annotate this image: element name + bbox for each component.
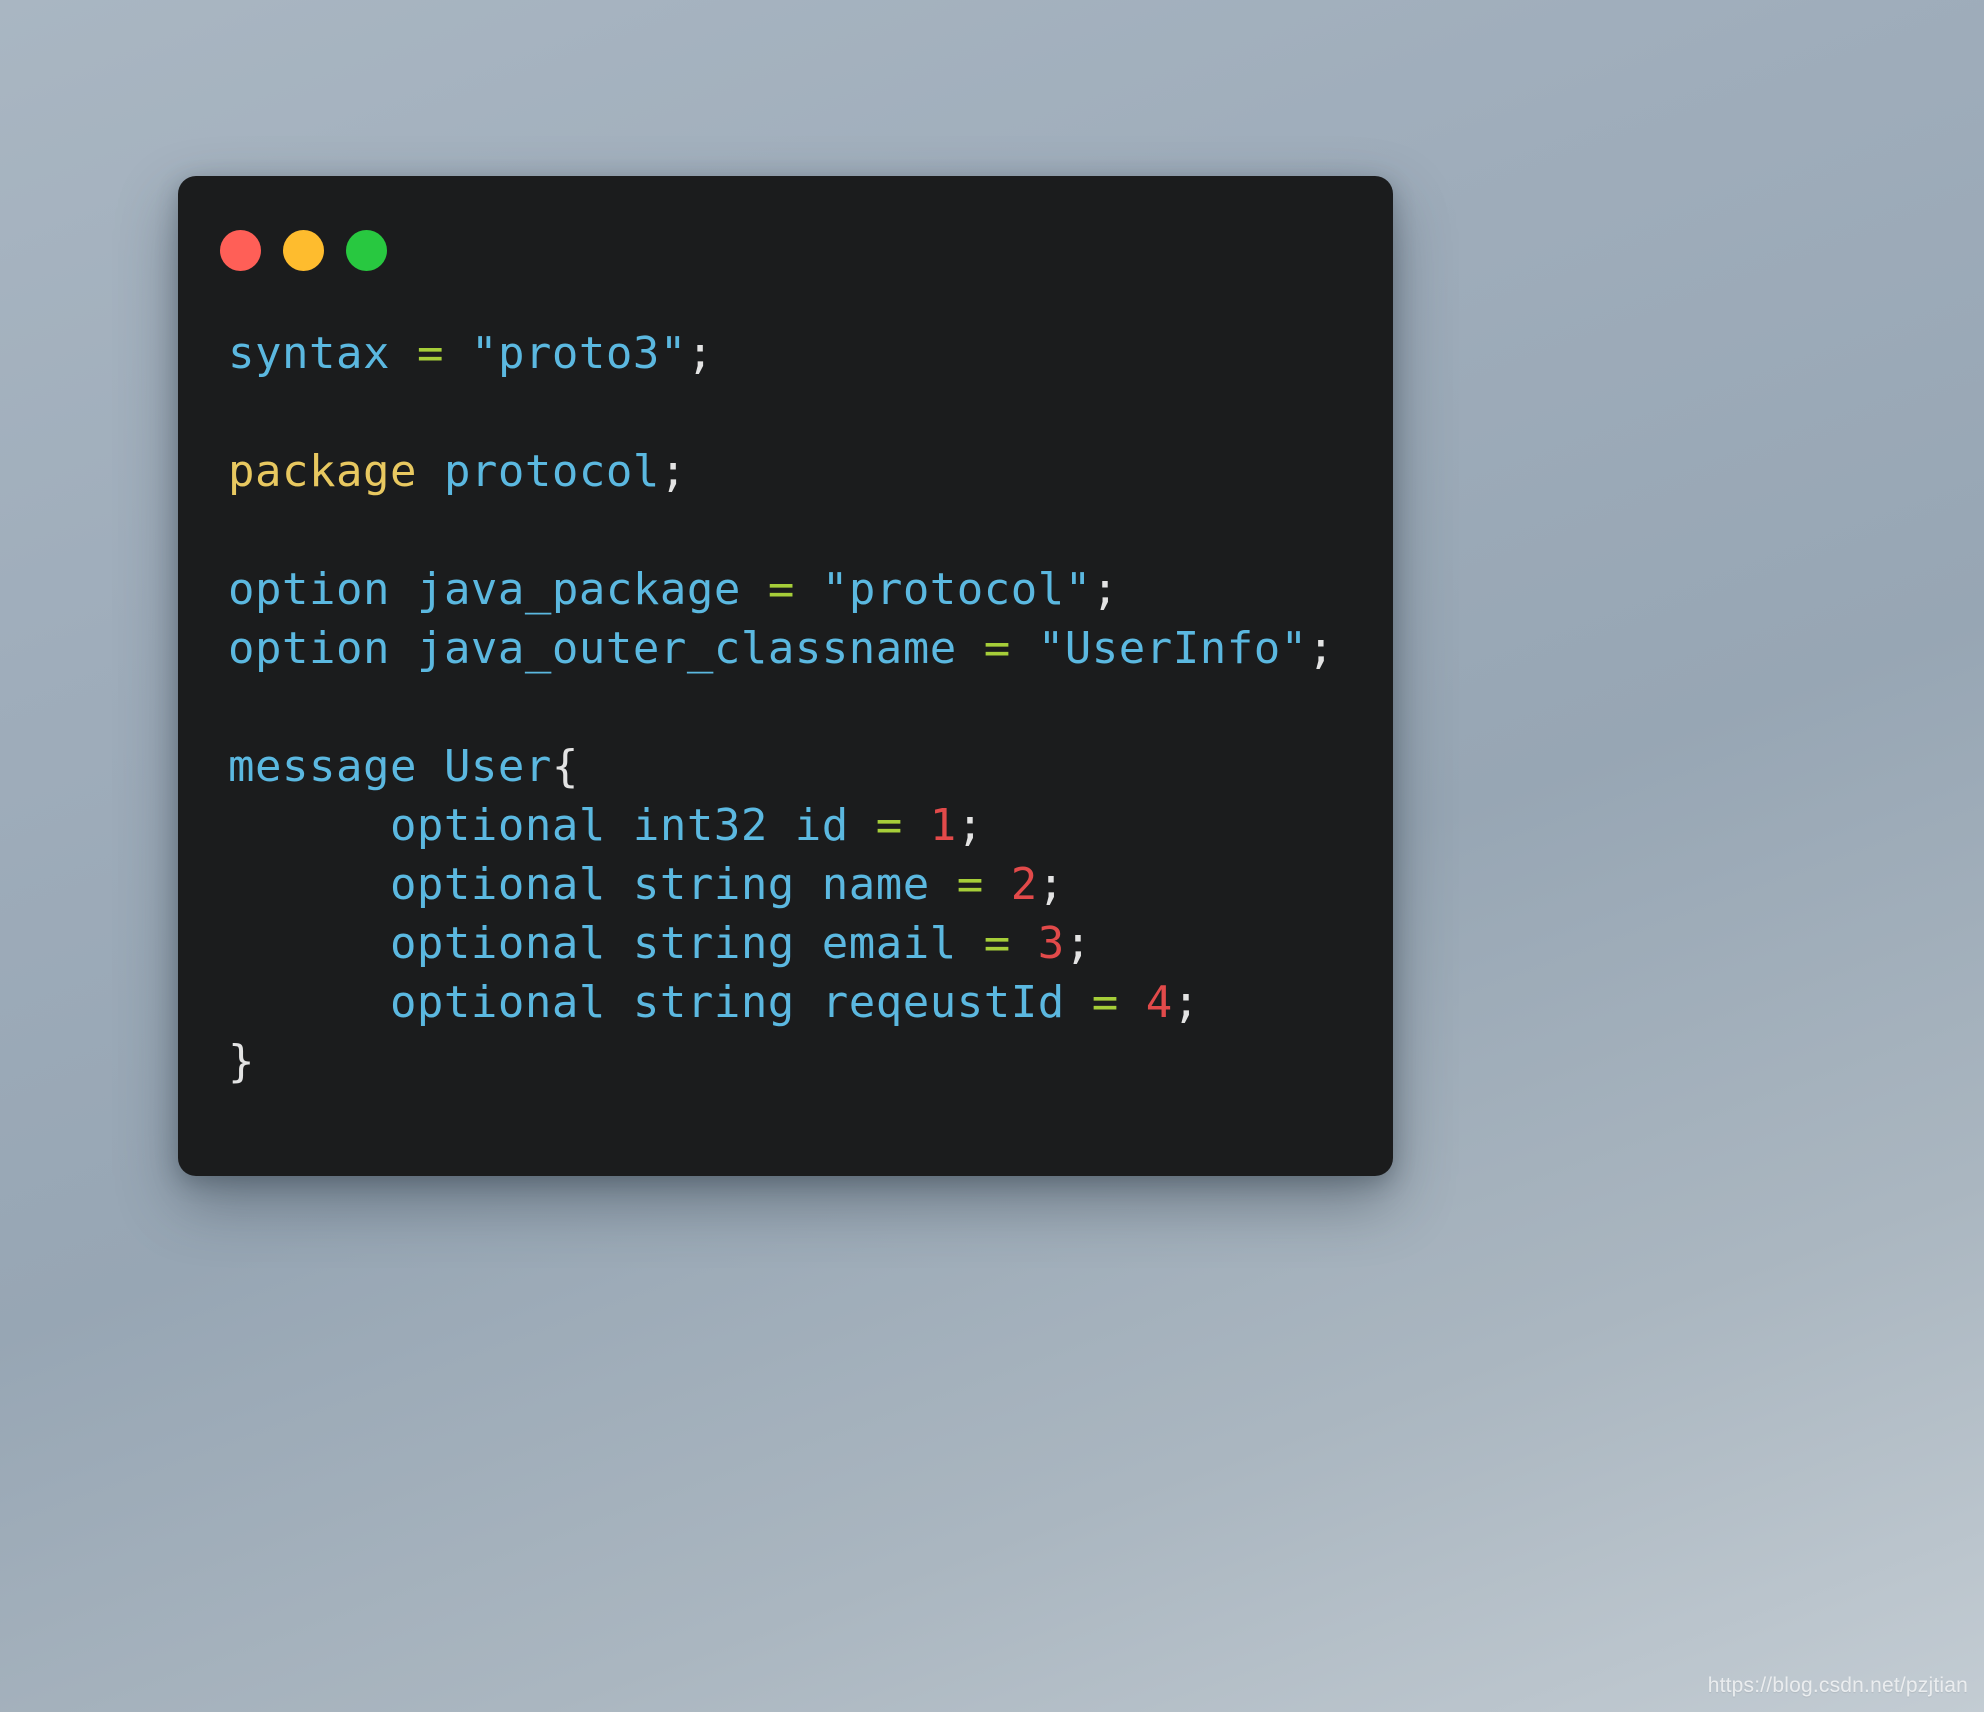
code-block: syntax = "proto3"; package protocol; opt… [178, 324, 1393, 1091]
code-token: ; [1037, 859, 1065, 910]
code-line: optional string name = 2; [228, 855, 1393, 914]
code-line: optional int32 id = 1; [228, 796, 1393, 855]
code-token: java_outer_classname [416, 623, 957, 674]
code-line: syntax = "proto3"; [228, 324, 1393, 383]
code-token: = [1091, 977, 1119, 1028]
code-token: "UserInfo" [1037, 623, 1308, 674]
code-token: 1 [929, 800, 957, 851]
close-button-icon[interactable] [220, 229, 261, 271]
code-token: ; [1064, 918, 1092, 969]
window-titlebar [220, 228, 387, 272]
code-token: "protocol" [821, 564, 1092, 615]
code-token: ; [686, 328, 714, 379]
code-token: User [443, 741, 552, 792]
code-token: = [416, 328, 444, 379]
code-line: option java_outer_classname = "UserInfo"… [228, 619, 1393, 678]
code-token: ; [659, 446, 687, 497]
code-line: message User{ [228, 737, 1393, 796]
code-line: package protocol; [228, 442, 1393, 501]
code-token: = [767, 564, 795, 615]
minimize-button-icon[interactable] [283, 229, 324, 271]
screenshot-stage: syntax = "proto3"; package protocol; opt… [0, 0, 1984, 1712]
code-line: optional string email = 3; [228, 914, 1393, 973]
code-line: } [228, 1032, 1393, 1091]
code-token: syntax [228, 328, 390, 379]
code-token: optional string reqeustId [228, 977, 1092, 1028]
code-token: ; [956, 800, 984, 851]
code-token: package [228, 446, 417, 497]
code-token: optional int32 id [228, 800, 876, 851]
code-token: 4 [1145, 977, 1173, 1028]
code-token: = [983, 918, 1011, 969]
code-snippet-window: syntax = "proto3"; package protocol; opt… [178, 176, 1393, 1176]
code-token: = [983, 623, 1011, 674]
code-line: optional string reqeustId = 4; [228, 973, 1393, 1032]
code-line: option java_package = "protocol"; [228, 560, 1393, 619]
code-token: 2 [1010, 859, 1038, 910]
maximize-button-icon[interactable] [346, 229, 387, 271]
code-token: option [228, 623, 390, 674]
code-token: protocol [443, 446, 660, 497]
watermark-text: https://blog.csdn.net/pzjtian [1707, 1674, 1968, 1697]
code-token: 3 [1037, 918, 1065, 969]
code-token: ; [1091, 564, 1119, 615]
code-token: optional string name [228, 859, 957, 910]
code-token: = [956, 859, 984, 910]
code-token: java_package [416, 564, 741, 615]
code-token: { [551, 741, 579, 792]
code-token: "proto3" [470, 328, 687, 379]
code-token: optional string email [228, 918, 984, 969]
code-token: } [228, 1036, 255, 1087]
code-token: ; [1172, 977, 1200, 1028]
code-token: message [228, 741, 417, 792]
code-token: = [875, 800, 903, 851]
code-token: ; [1307, 623, 1335, 674]
code-token: option [228, 564, 390, 615]
